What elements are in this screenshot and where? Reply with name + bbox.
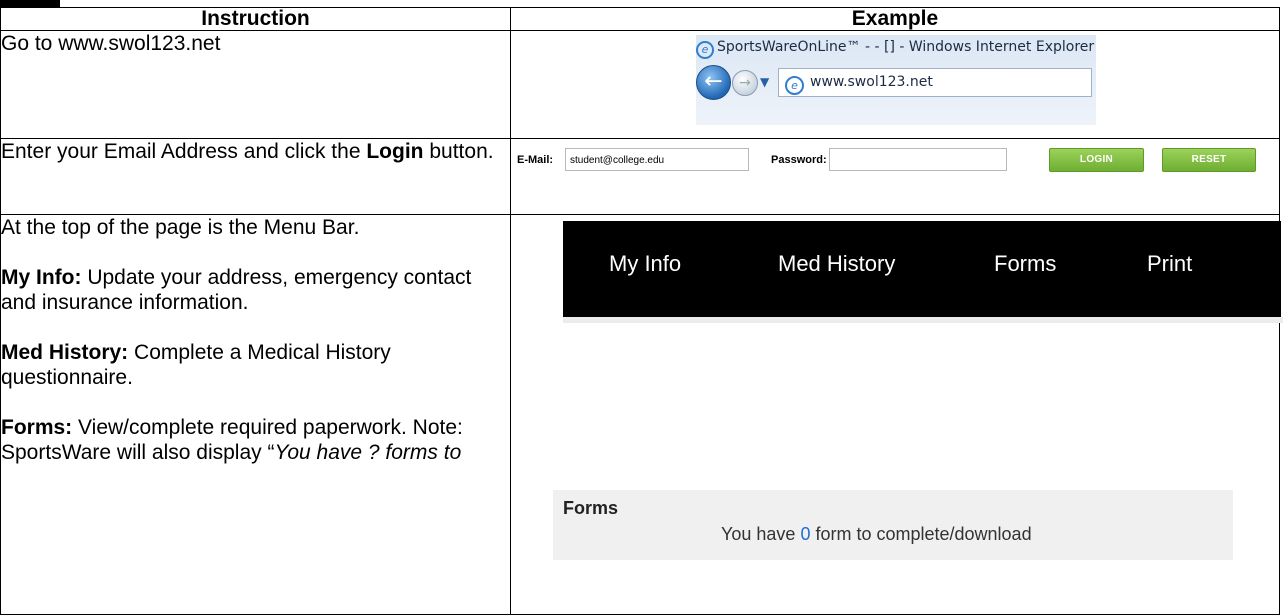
browser-window-screenshot: e SportsWareOnLine™ - - [] - Windows Inte…	[696, 35, 1096, 125]
instruction-cell: Enter your Email Address and click the L…	[0, 138, 511, 215]
instruction-text: Go to www.swol123.net	[1, 32, 221, 55]
example-cell: e SportsWareOnLine™ - - [] - Windows Inte…	[510, 30, 1280, 139]
login-form-screenshot: E-Mail: student@college.edu Password: LO…	[511, 139, 1279, 212]
instruction-header: Instruction	[0, 7, 511, 31]
ie-page-icon: e	[785, 76, 804, 95]
menu-bar-shadow	[563, 317, 1283, 323]
instruction-table: Instruction Example Go to www.swol123.ne…	[0, 7, 1283, 615]
medhistory-description: Med History: Complete a Medical History …	[1, 340, 510, 390]
example-cell: My Info Med History Forms Print Forms Yo…	[510, 214, 1283, 615]
browser-title: SportsWareOnLine™ - - [] - Windows Inter…	[717, 39, 1095, 55]
menu-bar: My Info Med History Forms Print	[563, 221, 1281, 317]
instruction-text: Enter your Email Address and click the L…	[1, 139, 510, 164]
forms-term: Forms:	[1, 416, 73, 439]
step-row-login: Enter your Email Address and click the L…	[0, 138, 1280, 215]
login-button[interactable]: LOGIN	[1049, 148, 1144, 172]
myinfo-term: My Info:	[1, 266, 82, 289]
header-row: Instruction Example	[0, 7, 1280, 31]
example-header: Example	[510, 7, 1280, 31]
email-label: E-Mail:	[517, 154, 554, 166]
forward-arrow-icon[interactable]: →	[732, 70, 758, 96]
menu-item-forms[interactable]: Forms	[994, 251, 1056, 277]
menu-item-print[interactable]: Print	[1147, 251, 1192, 277]
email-field[interactable]: student@college.edu	[565, 148, 749, 171]
forms-msg-suffix: form to complete/download	[815, 524, 1032, 544]
password-label: Password:	[771, 154, 827, 166]
reset-password-button[interactable]: RESET PASSWORD	[1162, 148, 1256, 187]
login-keyword: Login	[366, 140, 424, 163]
example-cell: E-Mail: student@college.edu Password: LO…	[510, 138, 1280, 215]
history-dropdown-icon[interactable]: ▼	[760, 75, 769, 89]
instruction-cell: At the top of the page is the Menu Bar. …	[0, 214, 511, 615]
medhistory-term: Med History:	[1, 341, 129, 364]
instruction-cell: Go to www.swol123.net	[0, 30, 511, 139]
step-row-menu: At the top of the page is the Menu Bar. …	[0, 214, 1283, 615]
forms-italic-text: You have ? forms to	[274, 441, 462, 464]
browser-title-bar: e SportsWareOnLine™ - - [] - Windows Inte…	[696, 37, 1095, 59]
forms-msg-prefix: You have	[721, 524, 796, 544]
back-arrow-icon[interactable]: ←	[696, 65, 731, 100]
menu-item-med-history[interactable]: Med History	[778, 251, 895, 277]
forms-panel: Forms You have 0 form to complete/downlo…	[553, 490, 1233, 560]
forms-description: Forms: View/complete required paperwork.…	[1, 415, 510, 465]
step-row-url: Go to www.swol123.net e SportsWareOnLine™…	[0, 30, 1280, 139]
forms-count-link[interactable]: 0	[800, 524, 810, 544]
instruction-text-part: button.	[429, 140, 494, 163]
forms-panel-title: Forms	[563, 498, 619, 518]
address-text: www.swol123.net	[810, 74, 933, 90]
menu-intro-text: At the top of the page is the Menu Bar.	[1, 216, 360, 239]
ie-logo-icon: e	[696, 41, 714, 59]
myinfo-description: My Info: Update your address, emergency …	[1, 265, 510, 315]
menu-item-my-info[interactable]: My Info	[609, 251, 681, 277]
forms-status-message: You have 0 form to complete/download	[721, 524, 1032, 545]
address-bar[interactable]: e www.swol123.net	[778, 68, 1092, 97]
instruction-text-part: Enter your Email Address and click the	[1, 140, 361, 163]
password-field[interactable]	[829, 148, 1007, 171]
